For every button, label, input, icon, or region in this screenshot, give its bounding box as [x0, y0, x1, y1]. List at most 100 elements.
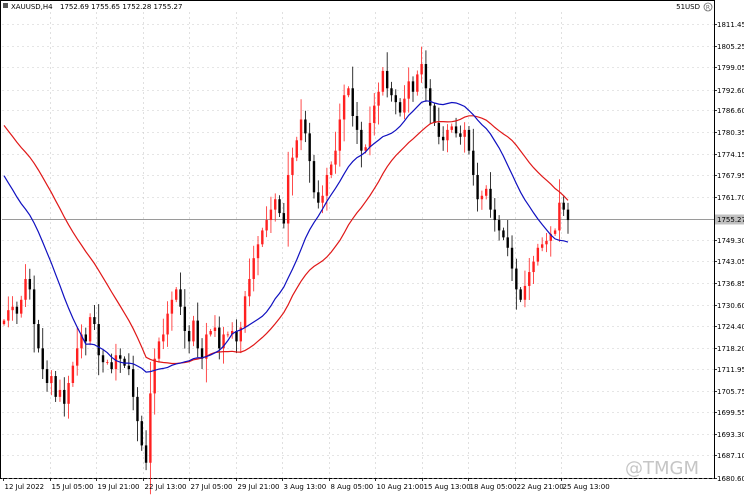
candle: [536, 243, 540, 266]
candle-body: [347, 88, 350, 96]
candle: [553, 228, 557, 236]
candle: [506, 220, 509, 257]
candle-body: [101, 355, 105, 363]
price-chart[interactable]: @TMGM 1811.45 1805.25 1799.05 1792.60 1786.6…: [0, 0, 744, 496]
candle: [334, 131, 337, 174]
candle-body: [28, 278, 32, 290]
candle-body: [162, 334, 165, 342]
x-tick-label: 12 Jul 2022: [5, 483, 45, 491]
candle: [463, 122, 466, 153]
candle-body: [420, 64, 423, 75]
y-tick-label: 1724.40: [717, 323, 744, 331]
candle-body: [265, 220, 268, 231]
price-axis[interactable]: 1811.45 1805.25 1799.05 1792.60 1786.60 1780.…: [714, 21, 744, 483]
candle: [144, 430, 148, 471]
y-tick-label: 1699.55: [717, 409, 744, 417]
candle: [205, 322, 208, 383]
time-axis[interactable]: 12 Jul 2022 15 Jul 05:00 19 Jul 21:00 22 Ju…: [3, 478, 610, 491]
candle: [45, 360, 49, 392]
candle-body: [398, 102, 402, 113]
candle-body: [45, 369, 49, 383]
candle-body: [183, 306, 187, 331]
candle-body: [437, 122, 441, 137]
candle: [196, 302, 199, 358]
candle: [342, 84, 346, 142]
x-tick-label: 18 Aug 05:00: [470, 483, 517, 491]
y-tick-label: 1805.25: [717, 43, 744, 51]
candle-body: [166, 313, 169, 335]
symbol-icon: [3, 3, 8, 8]
candle-body: [84, 334, 88, 342]
candle-body: [523, 285, 527, 300]
candle: [119, 348, 122, 373]
candle: [407, 67, 410, 113]
candle-body: [424, 64, 428, 89]
y-tick-label: 1811.45: [717, 21, 744, 29]
candle: [558, 179, 561, 242]
candle-body: [205, 334, 208, 359]
candle-body: [110, 362, 113, 370]
chart-border: [0, 0, 715, 479]
candle: [282, 202, 286, 229]
candle-body: [454, 126, 458, 134]
candle: [545, 232, 548, 253]
candle: [24, 264, 27, 308]
candle: [41, 328, 44, 380]
x-tick-label: 8 Aug 05:00: [331, 483, 374, 491]
x-tick-label: 15 Aug 13:00: [424, 483, 471, 491]
candle-body: [179, 289, 182, 307]
y-tick-label: 1743.05: [717, 258, 744, 266]
candle: [295, 136, 298, 162]
candle: [519, 287, 522, 303]
candle: [127, 353, 131, 376]
candle-body: [209, 330, 212, 335]
candle-body: [515, 268, 518, 290]
candle: [252, 245, 255, 292]
candle-body: [11, 306, 14, 311]
candle: [317, 180, 320, 209]
candle-body: [407, 81, 410, 99]
y-tick-label: 1749.30: [717, 237, 744, 245]
candle-body: [106, 362, 109, 363]
candle: [32, 275, 36, 353]
candle: [80, 324, 83, 359]
candle: [390, 81, 393, 102]
candle: [157, 337, 161, 363]
candle-body: [136, 396, 139, 422]
candle-body: [291, 157, 294, 175]
candle-body: [519, 289, 522, 300]
candle: [459, 125, 462, 145]
candle-body: [71, 365, 75, 383]
chart-svg[interactable]: @TMGM 1811.45 1805.25 1799.05 1792.60 1786.6…: [0, 0, 744, 496]
candle-body: [476, 174, 479, 200]
candle-body: [114, 355, 118, 370]
candle-body: [566, 209, 570, 221]
y-tick-label: 1799.05: [717, 64, 744, 72]
y-tick-label: 1711.95: [717, 366, 744, 374]
y-tick-label: 1767.95: [717, 172, 744, 180]
candle-body: [394, 95, 397, 103]
x-tick-label: 29 Jul 21:00: [238, 483, 280, 491]
y-tick-label: 1761.70: [717, 194, 744, 202]
candle: [325, 167, 329, 211]
candle-body: [429, 88, 432, 106]
y-tick-label: 1693.30: [717, 431, 744, 439]
candle: [274, 193, 277, 222]
candle-body: [355, 116, 359, 130]
x-tick-label: 15 Jul 05:00: [52, 483, 94, 491]
candle-body: [351, 88, 354, 117]
account-label: 51USD: [676, 3, 700, 11]
candle: [437, 107, 441, 145]
candle: [54, 370, 57, 402]
candle: [256, 235, 260, 276]
candle-body: [144, 445, 148, 463]
y-tick-label: 1780.35: [717, 129, 744, 137]
candle-body: [175, 289, 178, 300]
candle: [218, 316, 221, 360]
candle: [269, 196, 273, 233]
candle-body: [299, 119, 303, 141]
candle-body: [119, 355, 122, 359]
candle-body: [196, 320, 199, 349]
candle: [355, 101, 359, 144]
candle-body: [338, 119, 342, 151]
